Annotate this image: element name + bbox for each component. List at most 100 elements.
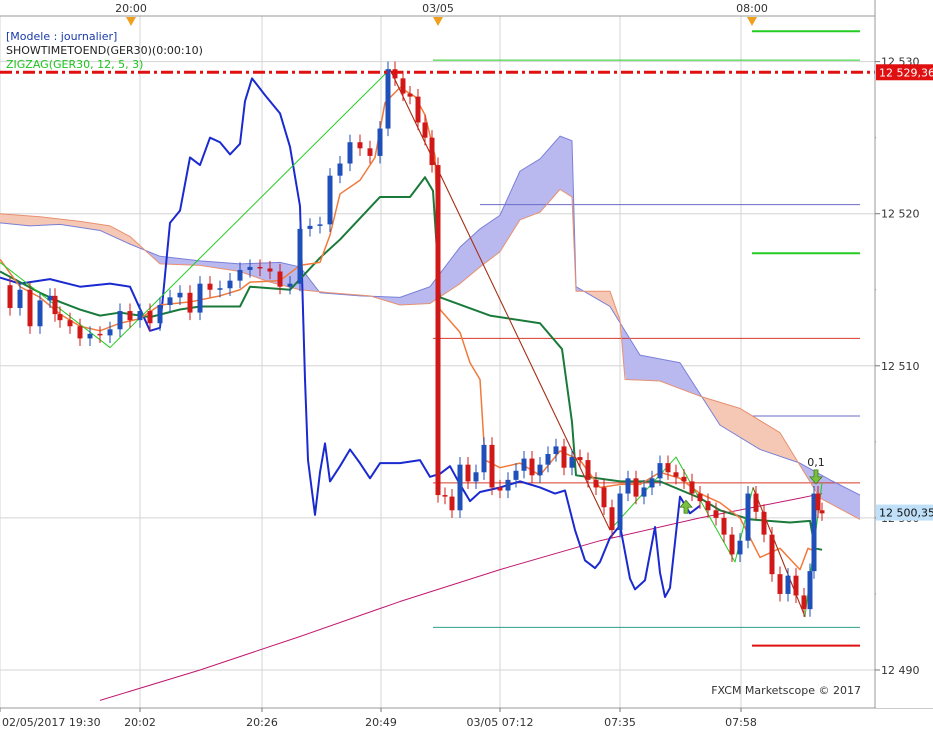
candle-down	[681, 476, 687, 482]
y-tick-label: 12 510	[881, 360, 920, 373]
ichimoku-cloud	[0, 136, 860, 520]
marker-label: 20:00	[115, 2, 147, 15]
candle-down	[57, 314, 63, 321]
candle-down	[689, 481, 695, 494]
candle-down	[77, 326, 83, 339]
candle-up	[553, 446, 559, 455]
cloud-bullish	[372, 136, 584, 305]
candle-down	[97, 333, 103, 336]
candle-up	[47, 295, 53, 301]
legend-indicator-timer: SHOWTIMETOEND(GER30)(0:00:10)	[6, 44, 203, 57]
candle-down	[713, 510, 719, 518]
marker-label: 03/05	[422, 2, 454, 15]
signal-annotation: 0,1	[807, 456, 825, 469]
candle-down	[435, 165, 441, 496]
candle-up	[385, 69, 391, 129]
x-tick-label: 20:26	[246, 716, 278, 729]
candle-up	[457, 464, 463, 511]
candle-up	[513, 470, 519, 480]
price-chart[interactable]: 0,1 12 53012 52012 51012 50012 49002/05/…	[0, 0, 933, 736]
candle-down	[207, 283, 213, 290]
candle-down	[422, 122, 428, 138]
candle-up	[737, 540, 743, 555]
candle-down	[52, 295, 58, 315]
candle-down	[585, 460, 591, 480]
cloud-bearish	[0, 213, 146, 252]
time-markers: 20:00 03/05 08:00	[115, 2, 768, 26]
candle-up	[217, 288, 223, 290]
candle-up	[785, 575, 791, 594]
candle-up	[137, 311, 143, 321]
candle-down	[449, 496, 455, 511]
zigzag-down-leg	[752, 487, 806, 617]
candle-down	[761, 511, 767, 535]
zigzag-line	[0, 68, 823, 618]
candle-up	[537, 464, 543, 476]
candle-down	[729, 534, 735, 555]
candle-down	[561, 446, 567, 468]
candle-down	[697, 493, 703, 502]
candle-up	[287, 283, 293, 287]
candle-down	[257, 266, 263, 269]
candle-up	[227, 280, 233, 289]
candle-up	[197, 283, 203, 313]
candle-down	[357, 142, 363, 149]
candle-up	[157, 304, 163, 324]
candle-down	[633, 478, 639, 497]
x-tick-label: 07:58	[725, 716, 757, 729]
candle-up	[521, 458, 527, 471]
chart-legend: [Modele : journalier] SHOWTIMETOEND(GER3…	[6, 30, 203, 72]
candle-up	[657, 463, 663, 479]
candle-down	[7, 285, 13, 309]
candle-up	[481, 444, 487, 473]
candle-down	[665, 463, 671, 473]
candle-up	[545, 454, 551, 465]
x-tick-label: 20:49	[365, 716, 397, 729]
y-tick-label: 12 490	[881, 664, 920, 677]
candle-down	[27, 289, 33, 327]
candle-down	[407, 93, 413, 97]
candle-up	[505, 479, 511, 491]
candle-up	[641, 487, 647, 497]
y-axis-panel	[876, 0, 933, 708]
candle-up	[237, 269, 243, 281]
cloud-bullish	[622, 325, 702, 398]
candle-down	[497, 487, 503, 491]
candle-down	[187, 292, 193, 313]
candle-up	[37, 300, 43, 327]
candle-up	[569, 457, 575, 468]
candle-up	[807, 571, 813, 610]
candle-down	[577, 457, 583, 461]
candle-down	[705, 501, 711, 511]
candle-down	[415, 96, 421, 123]
candle-down	[769, 534, 775, 575]
marker-triangle-icon	[126, 17, 136, 26]
candle-up	[297, 228, 303, 284]
candle-up	[617, 493, 623, 531]
candle-up	[177, 292, 183, 298]
candle-down	[392, 69, 398, 79]
candle-down	[442, 495, 448, 497]
x-tick-label: 07:35	[604, 716, 636, 729]
candle-down	[819, 510, 825, 514]
marker-triangle-icon	[747, 17, 757, 26]
candle-up	[17, 289, 23, 309]
candle-down	[801, 595, 807, 610]
candle-up	[167, 297, 173, 305]
cloud-bullish	[800, 463, 860, 520]
buy-arrow-icon	[679, 499, 693, 514]
marker-triangle-icon	[433, 17, 443, 26]
x-tick-label: 20:02	[124, 716, 156, 729]
candle-down	[753, 493, 759, 512]
candle-down	[127, 311, 133, 321]
candles	[7, 61, 825, 617]
candle-down	[777, 574, 783, 594]
candle-down	[267, 268, 273, 272]
candle-up	[327, 175, 333, 225]
candle-down	[609, 507, 615, 531]
candle-down	[601, 487, 607, 508]
x-tick-label: 02/05/2017 19:30	[2, 716, 101, 729]
candle-down	[673, 472, 679, 477]
candle-up	[347, 142, 353, 164]
candle-down	[465, 464, 471, 482]
